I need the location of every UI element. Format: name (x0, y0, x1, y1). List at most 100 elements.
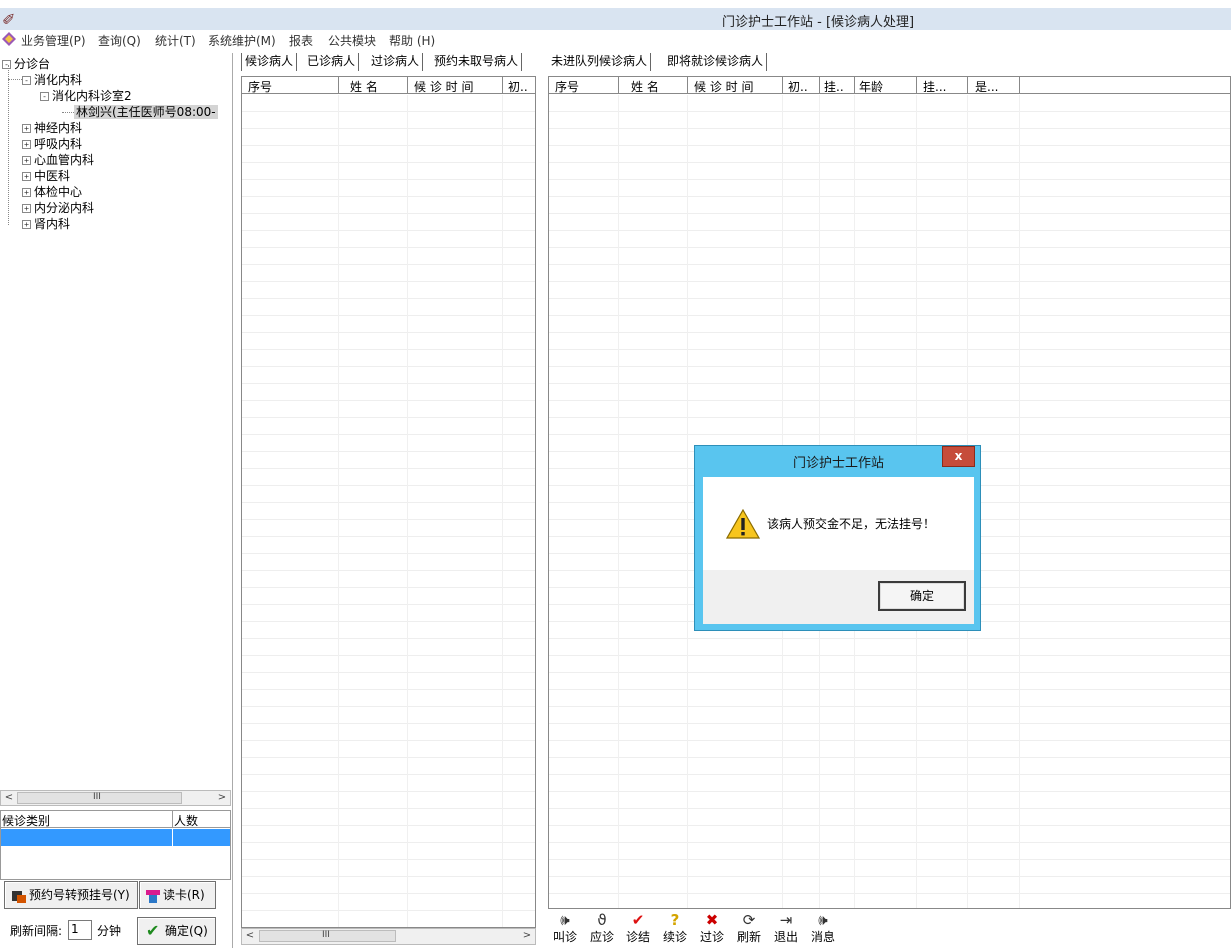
menu-help[interactable]: 帮助 (H) (389, 32, 435, 49)
waiting-category-table: 候诊类别 人数 (0, 810, 231, 880)
column-header-register[interactable]: 挂.. (824, 78, 844, 95)
scroll-right-icon[interactable]: > (214, 791, 230, 805)
scroll-grip: III (322, 930, 330, 940)
column-header-seq[interactable]: 序号 (555, 78, 579, 95)
window-title: 门诊护士工作站 - [候诊病人处理] (722, 15, 915, 30)
check-icon: ✔ (146, 921, 160, 940)
tree-horizontal-scrollbar[interactable]: < III > (0, 790, 231, 806)
expand-icon[interactable]: + (22, 140, 31, 149)
menu-system[interactable]: 系统维护(M) (208, 32, 276, 49)
expand-icon[interactable]: + (22, 156, 31, 165)
tab-waiting[interactable]: 候诊病人 (241, 53, 298, 71)
column-header-age[interactable]: 年龄 (859, 78, 883, 95)
column-header-name[interactable]: 姓 名 (631, 78, 659, 95)
collapse-icon[interactable]: - (40, 92, 49, 101)
finish-button[interactable]: ✔ 诊结 (621, 912, 655, 944)
convert-icon (11, 882, 27, 908)
menu-common[interactable]: 公共模块 (328, 32, 376, 49)
tree-dept-digestive[interactable]: - 消化内科 (22, 73, 82, 87)
tab-upcoming[interactable]: 即将就诊候诊病人 (664, 53, 768, 71)
stethoscope-icon: ϑ (597, 911, 607, 929)
column-header-seq[interactable]: 序号 (248, 78, 272, 95)
scroll-right-icon[interactable]: > (519, 929, 535, 943)
tree-dept-checkup[interactable]: + 体检中心 (22, 185, 82, 199)
menu-business[interactable]: 业务管理(P) (21, 32, 86, 49)
dialog-close-button[interactable]: x (942, 446, 975, 467)
refresh-interval-label: 刷新间隔: (10, 924, 63, 938)
exit-door-icon: ⇥ (779, 911, 793, 929)
grid-header: 序号 姓 名 候 诊 时 间 初.. 挂.. 年龄 挂... 是... (549, 77, 1230, 94)
dialog-message: 该病人预交金不足，无法挂号！ (767, 517, 936, 531)
convert-appointment-button[interactable]: 预约号转预挂号(Y) (4, 881, 138, 909)
refresh-unit-label: 分钟 (97, 924, 122, 938)
tree-doctor-item[interactable]: 林剑兴(主任医师号08:00- (74, 105, 218, 119)
menu-statistics[interactable]: 统计(T) (155, 32, 196, 49)
tree-dept-neurology[interactable]: + 神经内科 (22, 121, 82, 135)
warning-dialog: 门诊护士工作站 x 该病人预交金不足，无法挂号！ 确定 (694, 445, 981, 631)
tree-dept-nephrology[interactable]: + 肾内科 (22, 217, 70, 231)
collapse-icon[interactable]: - (22, 76, 31, 85)
column-header-wait-time[interactable]: 候 诊 时 间 (414, 78, 473, 95)
tree-root[interactable]: - 分诊台 (2, 57, 50, 71)
expand-icon[interactable]: + (22, 124, 31, 133)
attend-button[interactable]: ϑ 应诊 (585, 912, 619, 944)
column-header-category[interactable]: 候诊类别 (2, 812, 50, 829)
dialog-footer: 确定 (703, 570, 974, 624)
message-button[interactable]: 🕪 消息 (806, 912, 840, 944)
dialog-title: 门诊护士工作站 (792, 456, 884, 471)
refresh-interval-input[interactable]: 1 (68, 920, 92, 940)
action-toolbar: 🕪 叫诊 ϑ 应诊 ✔ 诊结 ? 续诊 ✖ 过诊 ⟳ 刷新 ⇥ 退出 🕪 消息 (548, 910, 1231, 948)
collapse-icon[interactable]: - (2, 60, 11, 69)
dialog-ok-button[interactable]: 确定 (878, 581, 966, 611)
column-header-first-visit[interactable]: 初.. (788, 78, 808, 95)
column-header-name[interactable]: 姓 名 (350, 78, 378, 95)
scroll-left-icon[interactable]: < (1, 791, 17, 805)
waiting-patient-grid: 序号 姓 名 候 诊 时 间 初.. (241, 76, 536, 928)
menu-report[interactable]: 报表 (289, 32, 313, 49)
expand-icon[interactable]: + (22, 204, 31, 213)
tree-dept-tcm[interactable]: + 中医科 (22, 169, 70, 183)
tab-appointment-unclaimed[interactable]: 预约未取号病人 (431, 53, 523, 71)
tree-clinic-room[interactable]: - 消化内科诊室2 (40, 89, 132, 103)
column-header-wait-time[interactable]: 候 诊 时 间 (694, 78, 753, 95)
column-header-flag[interactable]: 是... (975, 78, 998, 95)
refresh-button[interactable]: ⟳ 刷新 (732, 912, 766, 944)
confirm-refresh-button[interactable]: ✔ 确定(Q) (137, 917, 216, 945)
menu-logo-icon (2, 32, 16, 46)
continue-button[interactable]: ? 续诊 (658, 912, 692, 944)
grid-header: 序号 姓 名 候 诊 时 间 初.. (242, 77, 535, 94)
scroll-grip: III (93, 792, 101, 802)
tree-dept-cardiology[interactable]: + 心血管内科 (22, 153, 94, 167)
refresh-icon: ⟳ (742, 911, 756, 929)
question-icon: ? (670, 911, 680, 929)
tree-dept-respiratory[interactable]: + 呼吸内科 (22, 137, 82, 151)
menu-query[interactable]: 查询(Q) (98, 32, 141, 49)
expand-icon[interactable]: + (22, 220, 31, 229)
dialog-body: 该病人预交金不足，无法挂号！ 确定 (703, 477, 974, 624)
warning-icon (726, 509, 760, 539)
app-logo-icon: ✐ (2, 10, 16, 29)
read-card-button[interactable]: 读卡(R) (139, 881, 216, 909)
table-row[interactable] (1, 829, 230, 846)
grid-horizontal-scrollbar[interactable]: < III > (241, 928, 536, 945)
title-bar: ✐ 门诊护士工作站 - [候诊病人处理] (0, 0, 1231, 30)
exit-button[interactable]: ⇥ 退出 (769, 912, 803, 944)
tab-not-in-queue[interactable]: 未进队列候诊病人 (548, 53, 652, 71)
scroll-left-icon[interactable]: < (242, 929, 258, 943)
tree-dept-endocrine[interactable]: + 内分泌内科 (22, 201, 94, 215)
checkmark-icon: ✔ (631, 911, 645, 929)
call-button[interactable]: 🕪 叫诊 (548, 912, 582, 944)
queue-tabs: 未进队列候诊病人 即将就诊候诊病人 (548, 53, 1231, 72)
expand-icon[interactable]: + (22, 172, 31, 181)
tab-diagnosed[interactable]: 已诊病人 (304, 53, 360, 71)
cross-icon: ✖ (705, 911, 719, 929)
title-band (0, 8, 1231, 30)
column-header-count[interactable]: 人数 (174, 812, 198, 829)
column-header-first-visit[interactable]: 初.. (508, 78, 528, 95)
skip-button[interactable]: ✖ 过诊 (695, 912, 729, 944)
message-speaker-icon: 🕪 (818, 911, 828, 929)
tab-passed[interactable]: 过诊病人 (368, 53, 424, 71)
column-header-register-type[interactable]: 挂... (923, 78, 946, 95)
speaker-icon: 🕪 (560, 911, 570, 929)
expand-icon[interactable]: + (22, 188, 31, 197)
